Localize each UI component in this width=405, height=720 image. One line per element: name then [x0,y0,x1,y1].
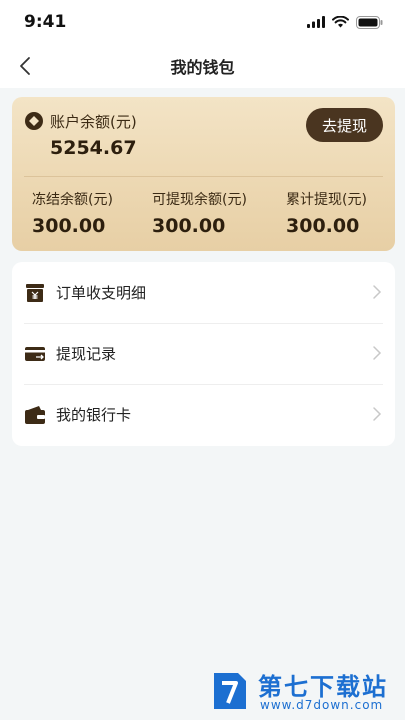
stat-value: 300.00 [286,215,360,237]
menu-item-withdraw-records[interactable]: 提现记录 [12,323,395,384]
watermark: 第七下载站 www.d7down.com [208,667,398,717]
wallet-icon [25,405,45,424]
menu-card: 订单收支明细 提现记录 我的银行卡 [12,262,395,446]
balance-label: 账户余额(元) [50,113,137,131]
total-withdrawn: 累计提现(元) 300.00 [286,189,367,237]
status-bar: 9:41 [0,0,405,44]
order-ledger-icon [26,283,44,302]
battery-icon [356,15,383,29]
wifi-icon [332,16,349,28]
watermark-url: www.d7down.com [260,698,384,712]
nav-bar: 我的钱包 [0,44,405,88]
signal-icon [307,16,325,28]
chevron-right-icon [373,346,382,360]
stat-label: 累计提现(元) [286,192,367,208]
withdraw-button[interactable]: 去提现 [306,108,383,142]
stat-value: 300.00 [152,215,226,237]
status-time: 9:41 [24,12,67,32]
menu-label: 提现记录 [56,345,117,363]
coin-icon [25,112,43,130]
stat-value: 300.00 [32,215,106,237]
card-transfer-icon [25,346,45,361]
watermark-logo-icon [214,673,246,709]
stat-label: 冻结余额(元) [32,192,113,208]
back-icon[interactable] [14,54,38,78]
page-title: 我的钱包 [170,58,235,77]
chevron-right-icon [373,407,382,421]
card-divider [24,176,383,177]
withdrawable-balance: 可提现余额(元) 300.00 [152,189,247,237]
stat-label: 可提现余额(元) [152,192,247,208]
menu-item-order-details[interactable]: 订单收支明细 [12,262,395,323]
balance-value: 5254.67 [50,137,137,159]
watermark-title: 第七下载站 [258,673,388,701]
menu-item-bank-cards[interactable]: 我的银行卡 [12,384,395,445]
chevron-right-icon [373,285,382,299]
frozen-balance: 冻结余额(元) 300.00 [32,189,113,237]
menu-label: 我的银行卡 [56,406,132,424]
menu-label: 订单收支明细 [56,284,147,302]
status-icons [307,15,383,29]
balance-card: 账户余额(元) 5254.67 去提现 冻结余额(元) 300.00 可提现余额… [12,97,395,251]
